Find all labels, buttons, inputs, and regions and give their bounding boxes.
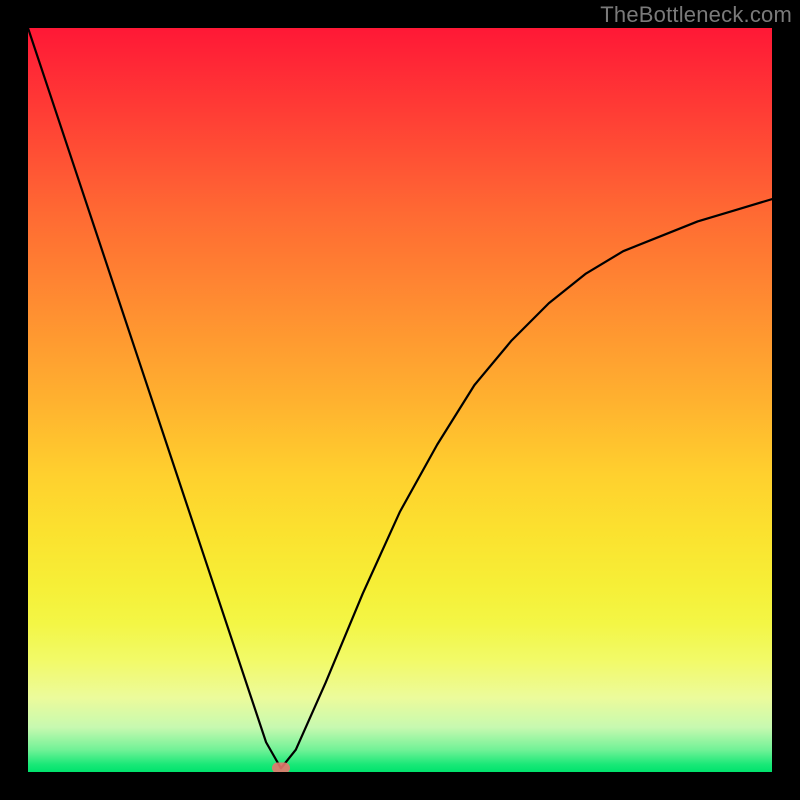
plot-area [28, 28, 772, 772]
vertex-marker [272, 763, 290, 772]
watermark-text: TheBottleneck.com [600, 2, 792, 28]
chart-frame: TheBottleneck.com [0, 0, 800, 800]
bottleneck-curve [28, 28, 772, 772]
